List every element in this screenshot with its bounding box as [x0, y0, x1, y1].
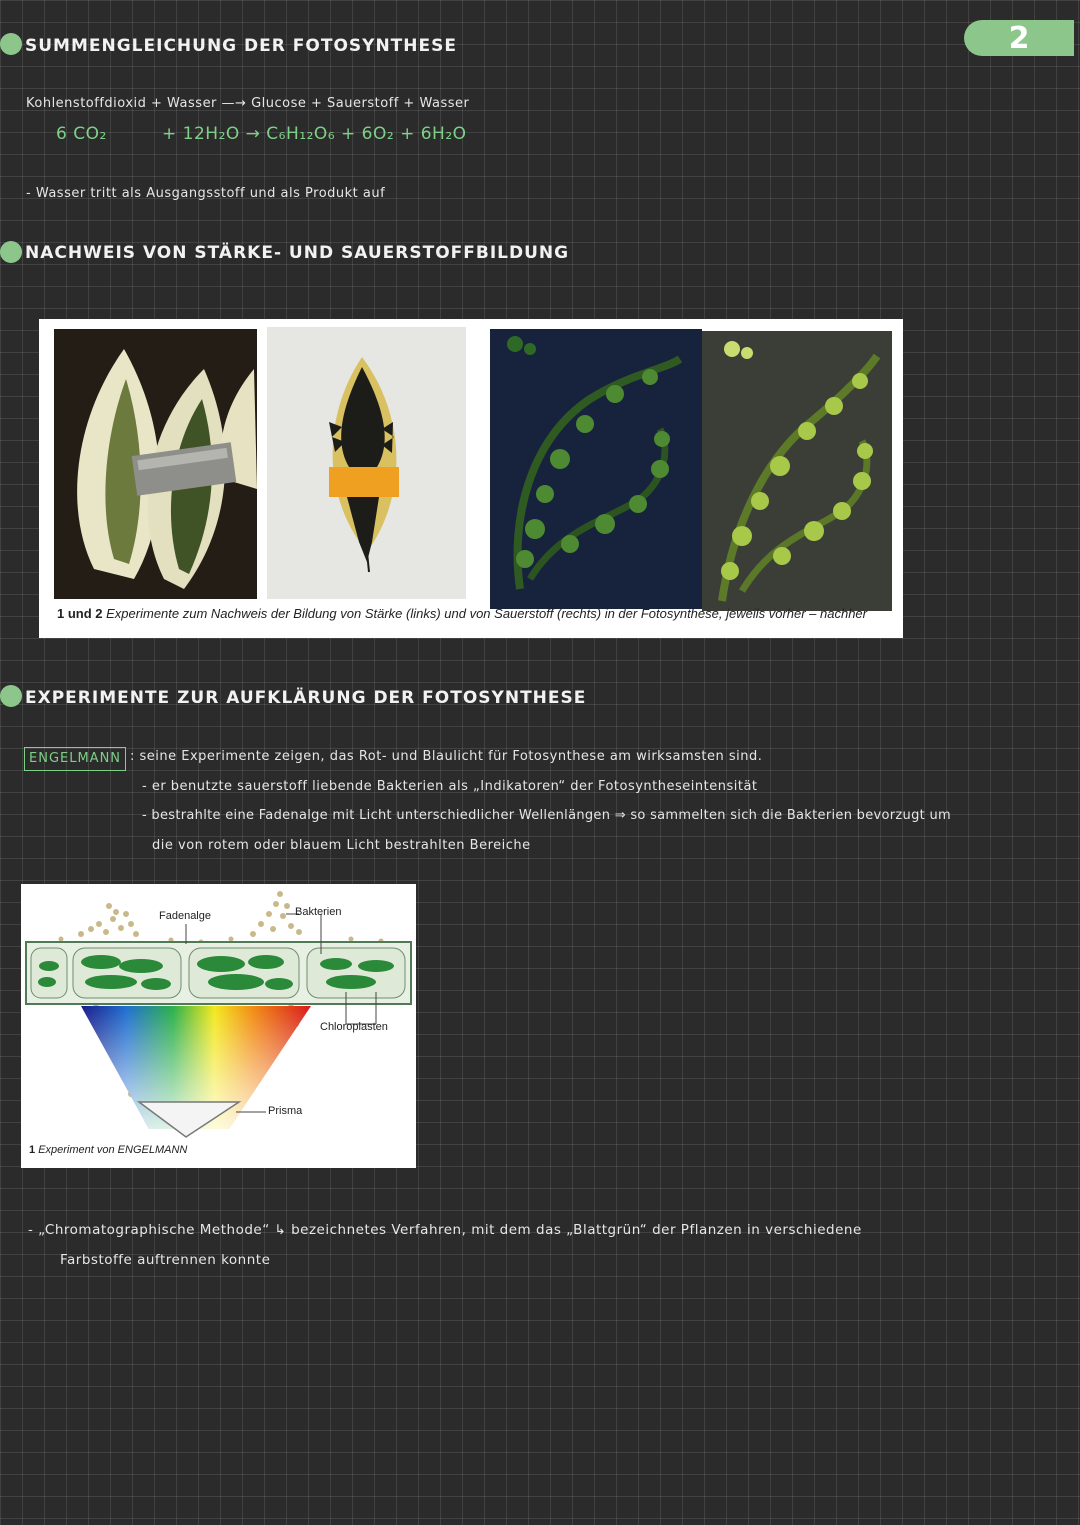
photo-waterweed-after — [702, 331, 892, 611]
photo-caption: 1 und 2 Experimente zum Nachweis der Bil… — [57, 606, 867, 621]
photo-caption-text: Experimente zum Nachweis der Bildung von… — [106, 606, 867, 621]
engelmann-line-2: - er benutzte sauerstoff liebende Bakter… — [142, 779, 758, 794]
formula-left: 6 CO₂ — [56, 124, 107, 144]
label-chloroplasten: Chloroplasten — [320, 1021, 388, 1033]
chromatography-line-2: Farbstoffe auftrennen konnte — [60, 1252, 271, 1268]
label-fadenalge: Fadenalge — [159, 910, 211, 922]
chromatography-line-1: - „Chromatographische Methode“ ↳ bezeich… — [28, 1222, 862, 1238]
section-title-summengleichung: SUMMENGLEICHUNG DER FOTOSYNTHESE — [25, 36, 457, 56]
photo-waterweed-before — [490, 329, 702, 609]
engelmann-diagram: Fadenalge Bakterien Chloroplasten Prisma… — [21, 884, 416, 1168]
label-bakterien: Bakterien — [295, 906, 342, 918]
section-title-nachweis: NACHWEIS VON STÄRKE- UND SAUERSTOFFBILDU… — [25, 243, 570, 263]
page-number: 2 — [964, 20, 1074, 56]
diagram-caption-number: 1 — [29, 1144, 36, 1156]
engelmann-tag: ENGELMANN — [24, 747, 127, 771]
photo-caption-number: 1 und 2 — [57, 606, 103, 621]
photo-leaves-foil — [54, 329, 257, 599]
label-prisma: Prisma — [268, 1105, 303, 1117]
water-note: - Wasser tritt als Ausgangsstoff und als… — [26, 186, 386, 201]
section-title-experimente: EXPERIMENTE ZUR AUFKLÄRUNG DER FOTOSYNTH… — [25, 688, 587, 708]
photo-leaf-iodine — [267, 327, 466, 599]
experiment-photos: 1 und 2 Experimente zum Nachweis der Bil… — [39, 319, 903, 638]
section-bullet — [0, 33, 22, 55]
equation-words: Kohlenstoffdioxid + Wasser —→ Glucose + … — [26, 96, 470, 111]
engelmann-line-1: : seine Experimente zeigen, das Rot- und… — [130, 749, 763, 764]
diagram-caption: 1 Experiment von ENGELMANN — [29, 1144, 187, 1156]
formula-right: + 12H₂O → C₆H₁₂O₆ + 6O₂ + 6H₂O — [162, 124, 467, 144]
section-bullet — [0, 241, 22, 263]
section-bullet — [0, 685, 22, 707]
diagram-caption-text: Experiment von ENGELMANN — [38, 1144, 188, 1156]
engelmann-line-4: die von rotem oder blauem Licht bestrahl… — [152, 838, 531, 853]
engelmann-line-3: - bestrahlte eine Fadenalge mit Licht un… — [142, 808, 951, 823]
